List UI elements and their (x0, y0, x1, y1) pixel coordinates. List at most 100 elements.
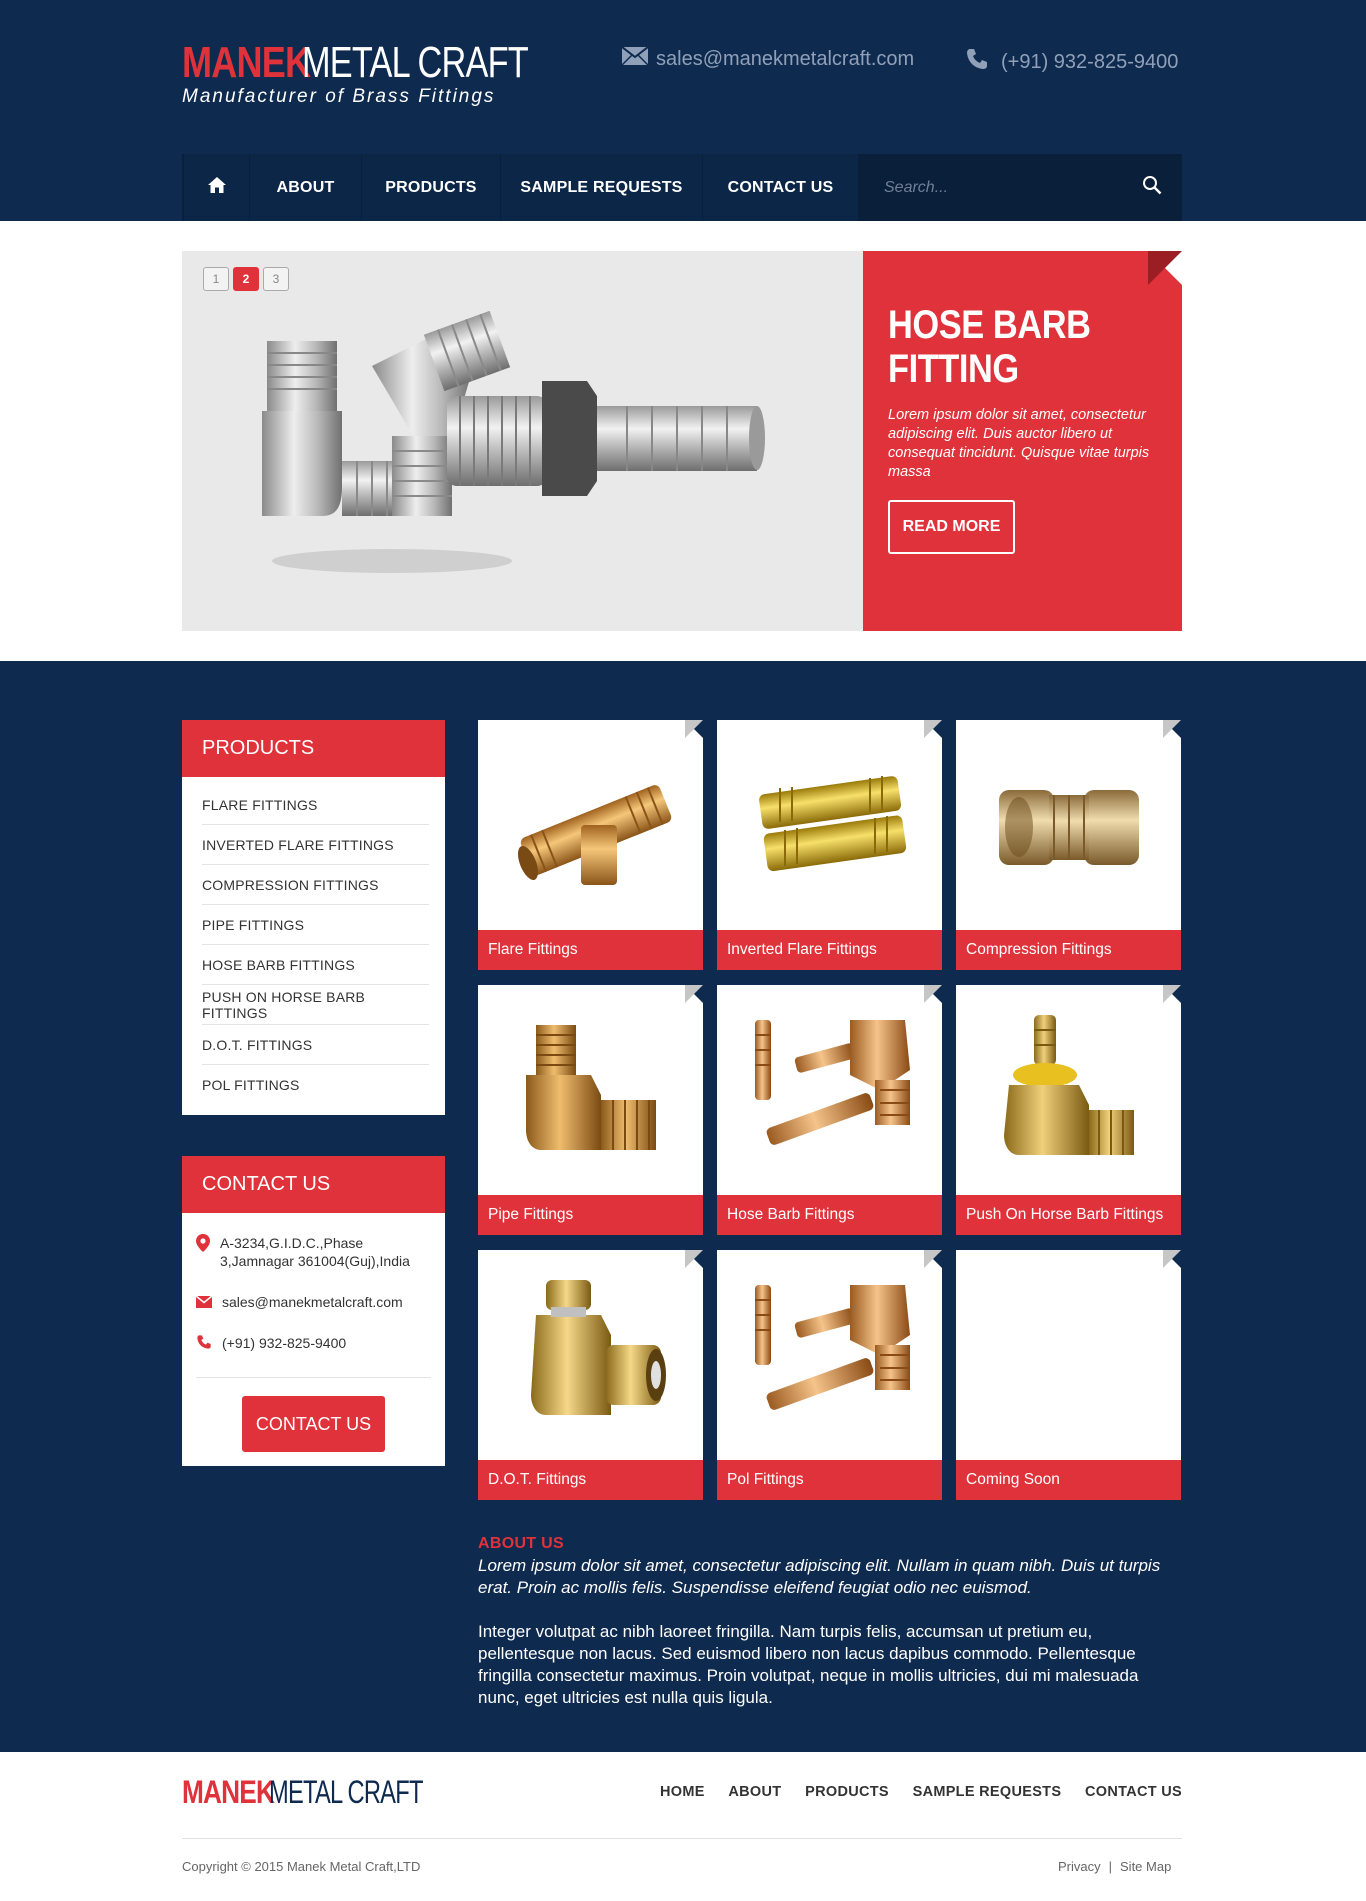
main-nav: ABOUT PRODUCTS SAMPLE REQUESTS CONTACT U… (182, 154, 1182, 221)
slide-description: Lorem ipsum dolor sit amet, consectetur … (888, 407, 1150, 480)
logo-word-metal-craft[interactable]: METAL CRAFT (302, 38, 529, 88)
footer-logo-word-manek[interactable]: MANEK (182, 1774, 275, 1811)
card-label[interactable]: Flare Fittings (478, 930, 703, 970)
header-email-text[interactable]: sales@manekmetalcraft.com (656, 48, 914, 71)
envelope-icon (621, 46, 649, 71)
contact-sidebar-title: CONTACT US (182, 1156, 445, 1213)
corner-fold-shadow (924, 985, 942, 1003)
about-body: Integer volutpat ac nibh laoreet fringil… (478, 1622, 1139, 1707)
product-card-push-on-hose-barb[interactable]: Push On Horse Barb Fittings (956, 985, 1181, 1235)
corner-fold-shadow (685, 1250, 703, 1268)
divider (196, 1377, 431, 1378)
card-label[interactable]: Hose Barb Fittings (717, 1195, 942, 1235)
footer-nav-about[interactable]: ABOUT (728, 1784, 781, 1800)
product-card-pipe[interactable]: Pipe Fittings (478, 985, 703, 1235)
corner-fold-shadow (1163, 720, 1181, 738)
dot-fitting-image (478, 1250, 703, 1460)
product-card-dot[interactable]: D.O.T. Fittings (478, 1250, 703, 1500)
corner-fold-shadow (1163, 985, 1181, 1003)
slider-page-3[interactable]: 3 (263, 267, 289, 291)
card-label[interactable]: Pol Fittings (717, 1460, 942, 1500)
pipe-fitting-image (478, 985, 703, 1195)
contact-email[interactable]: sales@manekmetalcraft.com (222, 1293, 403, 1312)
card-label[interactable]: Compression Fittings (956, 930, 1181, 970)
footer-divider (182, 1838, 1182, 1839)
contact-email-row[interactable]: sales@manekmetalcraft.com (195, 1293, 403, 1312)
footer-nav: HOME ABOUT PRODUCTS SAMPLE REQUESTS CONT… (660, 1784, 1182, 1800)
tagline: Manufacturer of Brass Fittings (182, 86, 496, 107)
corner-fold-shadow (924, 720, 942, 738)
footer-links: Privacy | Site Map (1058, 1859, 1171, 1874)
header-email[interactable]: sales@manekmetalcraft.com (621, 46, 914, 71)
corner-fold-shadow (1148, 251, 1182, 285)
nav-home[interactable] (182, 154, 250, 221)
compression-fitting-image (956, 720, 1181, 930)
footer-nav-home[interactable]: HOME (660, 1784, 705, 1800)
product-card-hose-barb[interactable]: Hose Barb Fittings (717, 985, 942, 1235)
product-link-pol[interactable]: POL FITTINGS (202, 1065, 429, 1105)
products-sidebar: PRODUCTS FLARE FITTINGS INVERTED FLARE F… (182, 720, 445, 1115)
card-label[interactable]: D.O.T. Fittings (478, 1460, 703, 1500)
contact-us-button[interactable]: CONTACT US (242, 1396, 385, 1452)
contact-address: A-3234,G.I.D.C.,Phase 3,Jamnagar 361004(… (220, 1235, 410, 1269)
product-link-inverted-flare[interactable]: INVERTED FLARE FITTINGS (202, 825, 429, 865)
hose-barb-fitting-image (717, 985, 942, 1195)
product-link-dot[interactable]: D.O.T. FITTINGS (202, 1025, 429, 1065)
product-link-flare[interactable]: FLARE FITTINGS (202, 785, 429, 825)
site-map-link[interactable]: Site Map (1120, 1859, 1171, 1874)
footer-nav-contact-us[interactable]: CONTACT US (1085, 1784, 1182, 1800)
product-card-inverted-flare[interactable]: Inverted Flare Fittings (717, 720, 942, 970)
phone-icon (965, 47, 989, 77)
products-sidebar-title: PRODUCTS (182, 720, 445, 777)
product-link-push-on-hose-barb[interactable]: PUSH ON HORSE BARB FITTINGS (202, 985, 429, 1025)
product-card-pol[interactable]: Pol Fittings (717, 1250, 942, 1500)
about-section: ABOUT US Lorem ipsum dolor sit amet, con… (478, 1535, 1182, 1709)
empty-image (956, 1250, 1181, 1460)
footer-logo-word-metal-craft[interactable]: METAL CRAFT (269, 1774, 423, 1811)
card-label[interactable]: Inverted Flare Fittings (717, 930, 942, 970)
card-label[interactable]: Coming Soon (956, 1460, 1181, 1500)
slider-page-2[interactable]: 2 (233, 267, 259, 291)
inverted-flare-fitting-image (717, 720, 942, 930)
product-card-compression[interactable]: Compression Fittings (956, 720, 1181, 970)
header-phone-text[interactable]: (+91) 932-825-9400 (1001, 51, 1178, 74)
slide-caption-panel: HOSE BARB FITTING Lorem ipsum dolor sit … (863, 251, 1182, 631)
contact-phone-row[interactable]: (+91) 932-825-9400 (196, 1334, 346, 1354)
flare-fitting-image (478, 720, 703, 930)
product-link-hose-barb[interactable]: HOSE BARB FITTINGS (202, 945, 429, 985)
corner-fold-shadow (924, 1250, 942, 1268)
product-link-pipe[interactable]: PIPE FITTINGS (202, 905, 429, 945)
contact-address-row: A-3234,G.I.D.C.,Phase 3,Jamnagar 361004(… (196, 1234, 420, 1270)
product-card-coming-soon[interactable]: Coming Soon (956, 1250, 1181, 1500)
slide-title: HOSE BARB FITTING (888, 303, 1091, 391)
push-on-hose-barb-fitting-image (956, 985, 1181, 1195)
nav-contact-us[interactable]: CONTACT US (703, 154, 859, 221)
footer-nav-products[interactable]: PRODUCTS (805, 1784, 889, 1800)
contact-phone[interactable]: (+91) 932-825-9400 (222, 1334, 346, 1354)
corner-fold-shadow (685, 720, 703, 738)
link-separator: | (1108, 1859, 1113, 1874)
copyright: Copyright © 2015 Manek Metal Craft,LTD (182, 1859, 421, 1874)
corner-fold-shadow (1163, 1250, 1181, 1268)
card-label[interactable]: Push On Horse Barb Fittings (956, 1195, 1181, 1235)
slider-page-1[interactable]: 1 (203, 267, 229, 291)
hose-barb-fitting-image (262, 311, 765, 573)
nav-sample-requests[interactable]: SAMPLE REQUESTS (501, 154, 703, 221)
nav-about[interactable]: ABOUT (250, 154, 362, 221)
products-list: FLARE FITTINGS INVERTED FLARE FITTINGS C… (182, 777, 445, 1105)
card-label[interactable]: Pipe Fittings (478, 1195, 703, 1235)
about-title: ABOUT US (478, 1535, 564, 1552)
map-pin-icon (196, 1234, 210, 1270)
search-icon[interactable] (1142, 175, 1162, 200)
footer-nav-sample-requests[interactable]: SAMPLE REQUESTS (913, 1784, 1062, 1800)
search-input[interactable] (884, 178, 1104, 197)
pol-fitting-image (717, 1250, 942, 1460)
product-card-flare[interactable]: Flare Fittings (478, 720, 703, 970)
privacy-link[interactable]: Privacy (1058, 1859, 1101, 1874)
contact-sidebar: CONTACT US A-3234,G.I.D.C.,Phase 3,Jamna… (182, 1156, 445, 1466)
nav-products[interactable]: PRODUCTS (362, 154, 501, 221)
read-more-button[interactable]: READ MORE (888, 500, 1015, 554)
logo-word-manek[interactable]: MANEK (182, 38, 311, 88)
product-link-compression[interactable]: COMPRESSION FITTINGS (202, 865, 429, 905)
header-phone[interactable]: (+91) 932-825-9400 (965, 47, 1178, 77)
